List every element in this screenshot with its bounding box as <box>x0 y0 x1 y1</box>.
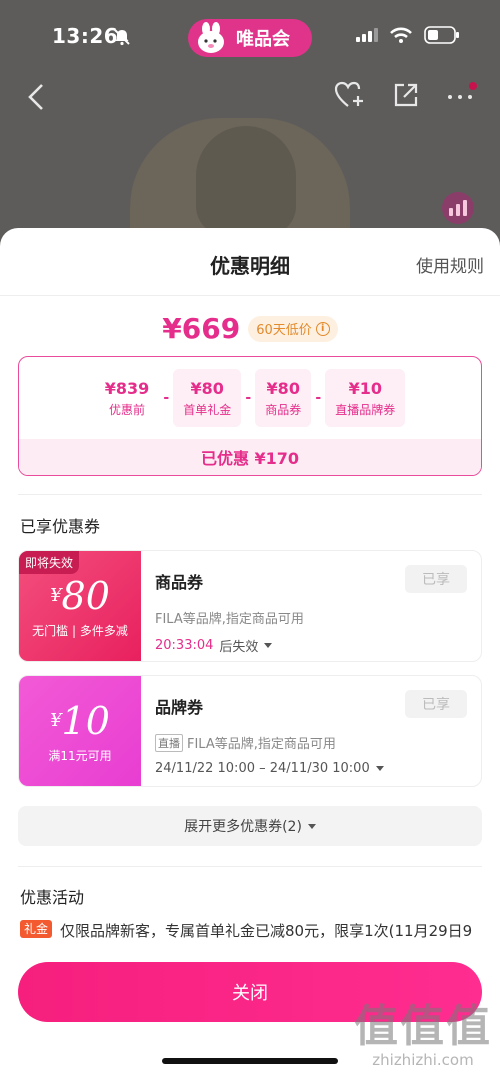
expiring-tag: 即将失效 <box>19 551 80 574</box>
breakdown-label: 商品券 <box>265 402 302 417</box>
final-price: ¥669 <box>162 312 241 345</box>
coupon-name: 品牌券 <box>155 698 204 717</box>
back-arrow-icon[interactable] <box>22 80 52 114</box>
price-trend-icon[interactable] <box>442 192 474 224</box>
expiry-suffix: 后失效 <box>219 640 259 655</box>
watermark-url: zhizhizhi.com <box>372 1051 474 1069</box>
gift-tag: 礼金 <box>20 920 53 938</box>
home-indicator <box>162 1058 338 1064</box>
currency-symbol: ¥ <box>50 584 62 606</box>
info-icon: i <box>315 321 330 336</box>
breakdown-label: 直播品牌券 <box>335 402 396 417</box>
total-saved: 已优惠 ¥170 <box>19 439 481 475</box>
rabbit-mascot-icon <box>198 22 224 53</box>
validity-range: 24/11/22 10:00 – 24/11/30 10:00 <box>155 761 370 776</box>
currency-symbol: ¥ <box>50 709 62 731</box>
coupon-face: 即将失效 ¥80 无门槛 | 多件多减 <box>19 551 141 661</box>
sheet-header: 优惠明细 使用规则 <box>0 228 500 296</box>
brand-name: 唯品会 <box>236 29 290 50</box>
breakdown-item-original: ¥839 优惠前 <box>95 369 160 427</box>
breakdown-value: ¥80 <box>190 378 224 398</box>
product-image-hood <box>196 126 296 236</box>
low-price-badge-text: 60天低价 <box>256 323 312 338</box>
watermark-logo: 值值值 <box>354 1001 492 1052</box>
chevron-down-icon <box>375 766 384 771</box>
product-page-background: 13:26 唯品会 <box>0 0 500 260</box>
minus-operator: - <box>163 390 170 406</box>
price-breakdown: ¥839 优惠前 - ¥80 首单礼金 - ¥80 商品券 - ¥10 直播品牌… <box>18 356 482 476</box>
coupon-status-button[interactable]: 已享 <box>405 565 467 593</box>
coupon-validity[interactable]: 24/11/22 10:00 – 24/11/30 10:00 <box>155 761 384 776</box>
share-icon[interactable] <box>392 81 420 109</box>
brand-logo-pill: 唯品会 <box>188 19 312 57</box>
status-indicators <box>356 26 460 44</box>
coupon-description-text: FILA等品牌,指定商品可用 <box>187 737 336 752</box>
coupon-amount: ¥80 <box>50 576 110 616</box>
coupons-section-title: 已享优惠券 <box>20 517 101 536</box>
divider <box>18 494 482 495</box>
coupon-condition: 无门槛 | 多件多减 <box>32 623 128 638</box>
coupon-condition: 满11元可用 <box>48 748 112 763</box>
coupon-name: 商品券 <box>155 573 204 592</box>
mute-bell-icon <box>114 29 130 46</box>
coupon-description: 直播 FILA等品牌,指定商品可用 <box>155 733 336 752</box>
battery-icon <box>424 26 459 44</box>
expand-more-coupons-button[interactable]: 展开更多优惠券(2) <box>18 806 482 846</box>
coupon-body: 商品券 FILA等品牌,指定商品可用 20:33:04 后失效 已享 <box>155 551 481 661</box>
divider <box>18 866 482 867</box>
coupon-expiry[interactable]: 20:33:04 后失效 <box>155 636 273 655</box>
breakdown-item-product-coupon: ¥80 商品券 <box>255 369 312 427</box>
breakdown-value: ¥80 <box>266 378 300 398</box>
coupon-amount: ¥10 <box>50 701 110 741</box>
chevron-down-icon <box>264 643 273 648</box>
site-watermark: 值值值 zhizhizhi.com <box>354 1001 492 1070</box>
low-price-badge[interactable]: 60天低价 i <box>248 315 338 342</box>
countdown: 20:33:04 <box>155 638 214 653</box>
coupon-card-product[interactable]: 即将失效 ¥80 无门槛 | 多件多减 商品券 FILA等品牌,指定商品可用 2… <box>18 550 482 662</box>
usage-rules-link[interactable]: 使用规则 <box>416 252 484 277</box>
more-dots-icon[interactable] <box>446 81 478 109</box>
wifi-icon <box>390 27 412 43</box>
coupon-description-text: FILA等品牌,指定商品可用 <box>155 612 304 627</box>
coupon-amount-value: 80 <box>61 573 110 618</box>
breakdown-items: ¥839 优惠前 - ¥80 首单礼金 - ¥80 商品券 - ¥10 直播品牌… <box>19 369 481 427</box>
final-price-row: ¥669 60天低价 i <box>0 312 500 345</box>
signal-icon <box>356 28 378 42</box>
expand-more-label: 展开更多优惠券(2) <box>184 819 302 835</box>
coupon-face: ¥10 满11元可用 <box>19 676 141 786</box>
chevron-down-icon <box>307 823 316 829</box>
scroll-fade <box>0 938 500 964</box>
live-tag: 直播 <box>155 733 183 752</box>
coupon-body: 品牌券 直播 FILA等品牌,指定商品可用 24/11/22 10:00 – 2… <box>155 676 481 786</box>
breakdown-value: ¥839 <box>104 378 150 398</box>
discount-detail-sheet: 优惠明细 使用规则 ¥669 60天低价 i ¥839 优惠前 - ¥80 首单… <box>0 228 500 1083</box>
breakdown-label: 首单礼金 <box>183 402 232 417</box>
promo-section-title: 优惠活动 <box>20 888 85 907</box>
breakdown-label: 优惠前 <box>108 402 145 417</box>
coupon-description: FILA等品牌,指定商品可用 <box>155 608 304 627</box>
coupon-status-button[interactable]: 已享 <box>405 690 467 718</box>
breakdown-item-live-brand-coupon: ¥10 直播品牌券 <box>325 369 406 427</box>
minus-operator: - <box>315 390 322 406</box>
favorite-add-icon[interactable] <box>334 80 366 110</box>
coupon-amount-value: 10 <box>61 698 110 743</box>
breakdown-value: ¥10 <box>348 378 382 398</box>
coupon-card-brand[interactable]: ¥10 满11元可用 品牌券 直播 FILA等品牌,指定商品可用 24/11/2… <box>18 675 482 787</box>
nav-actions <box>334 80 478 110</box>
breakdown-item-first-order-gift: ¥80 首单礼金 <box>173 369 242 427</box>
status-time: 13:26 <box>52 24 119 48</box>
minus-operator: - <box>245 390 252 406</box>
